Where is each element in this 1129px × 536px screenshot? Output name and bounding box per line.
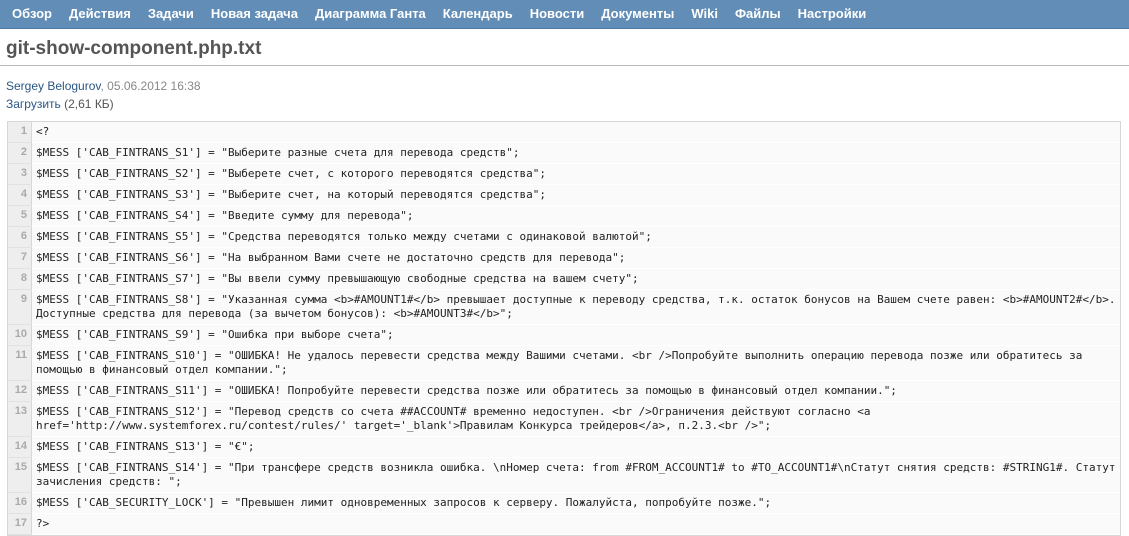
code-line: 7 $MESS ['CAB_FINTRANS_S6'] = "На выбранн… — [8, 247, 1120, 269]
author-link[interactable]: Sergey Belogurov — [6, 79, 101, 93]
line-number: 10 — [8, 324, 32, 346]
line-content: $MESS ['CAB_FINTRANS_S9'] = "Ошибка при … — [31, 324, 1120, 346]
line-number: 9 — [8, 289, 32, 325]
code-line: 4 $MESS ['CAB_FINTRANS_S3'] = "Выберите с… — [8, 184, 1120, 206]
code-line: 8 $MESS ['CAB_FINTRANS_S7'] = "Вы ввели с… — [8, 268, 1120, 290]
download-row: Загрузить (2,61 КБ) — [0, 95, 1129, 115]
line-content: $MESS ['CAB_FINTRANS_S1'] = "Выберите ра… — [31, 142, 1120, 164]
page-title: git-show-component.php.txt — [6, 38, 262, 59]
attachment-meta: Sergey Belogurov, 05.06.2012 16:38 — [0, 66, 1129, 95]
code-line: 6 $MESS ['CAB_FINTRANS_S5'] = "Средства п… — [8, 226, 1120, 248]
menu-documents[interactable]: Документы — [595, 0, 685, 28]
line-content: $MESS ['CAB_FINTRANS_S13'] = "€"; — [31, 436, 1120, 458]
code-line: 13 $MESS ['CAB_FINTRANS_S12'] = "Перевод … — [8, 401, 1120, 437]
file-size: (2,61 КБ) — [60, 97, 114, 111]
line-content: $MESS ['CAB_FINTRANS_S12'] = "Перевод ср… — [31, 401, 1120, 437]
line-number: 16 — [8, 492, 32, 514]
line-content: $MESS ['CAB_FINTRANS_S14'] = "При трансф… — [31, 457, 1120, 493]
menu-wiki[interactable]: Wiki — [685, 0, 729, 28]
code-lines: 1 <? 2 $MESS ['CAB_FINTRANS_S1'] = "Выберит… — [8, 122, 1120, 535]
code-table: 1 <? 2 $MESS ['CAB_FINTRANS_S1'] = "Выберит… — [8, 122, 1120, 535]
line-number: 2 — [8, 142, 32, 164]
menu-files[interactable]: Файлы — [729, 0, 792, 28]
menu-news[interactable]: Новости — [524, 0, 596, 28]
code-line: 16 $MESS ['CAB_SECURITY_LOCK'] = "Превыше… — [8, 492, 1120, 514]
line-content: <? — [31, 122, 1120, 143]
line-content: $MESS ['CAB_SECURITY_LOCK'] = "Превышен … — [31, 492, 1120, 514]
code-line: 5 $MESS ['CAB_FINTRANS_S4'] = "Введите су… — [8, 205, 1120, 227]
line-content: $MESS ['CAB_FINTRANS_S11'] = "ОШИБКА! По… — [31, 380, 1120, 402]
line-content: $MESS ['CAB_FINTRANS_S7'] = "Вы ввели су… — [31, 268, 1120, 290]
line-number: 4 — [8, 184, 32, 206]
line-number: 5 — [8, 205, 32, 227]
line-number: 14 — [8, 436, 32, 458]
code-line: 3 $MESS ['CAB_FINTRANS_S2'] = "Выберете с… — [8, 163, 1120, 185]
code-line: 10 $MESS ['CAB_FINTRANS_S9'] = "Ошибка пр… — [8, 324, 1120, 346]
line-content: ?> — [31, 513, 1120, 535]
download-link[interactable]: Загрузить — [6, 97, 61, 111]
line-content: $MESS ['CAB_FINTRANS_S2'] = "Выберете сч… — [31, 163, 1120, 185]
code-line: 14 $MESS ['CAB_FINTRANS_S13'] = "€"; — [8, 436, 1120, 458]
code-line: 12 $MESS ['CAB_FINTRANS_S11'] = "ОШИБКА! … — [8, 380, 1120, 402]
line-number: 1 — [8, 122, 32, 143]
menu-new-issue[interactable]: Новая задача — [205, 0, 309, 28]
line-number: 12 — [8, 380, 32, 402]
attachment-date: , 05.06.2012 16:38 — [100, 79, 201, 93]
menu-settings[interactable]: Настройки — [792, 0, 878, 28]
line-number: 15 — [8, 457, 32, 493]
line-content: $MESS ['CAB_FINTRANS_S6'] = "На выбранно… — [31, 247, 1120, 269]
code-line: 9 $MESS ['CAB_FINTRANS_S8'] = "Указанная … — [8, 289, 1120, 325]
line-content: $MESS ['CAB_FINTRANS_S5'] = "Средства пе… — [31, 226, 1120, 248]
menu-activity[interactable]: Действия — [63, 0, 142, 28]
top-menu: Обзор Действия Задачи Новая задача Диагр… — [0, 0, 1129, 29]
line-content: $MESS ['CAB_FINTRANS_S10'] = "ОШИБКА! Не… — [31, 345, 1120, 381]
line-content: $MESS ['CAB_FINTRANS_S8'] = "Указанная с… — [31, 289, 1120, 325]
line-number: 3 — [8, 163, 32, 185]
code-line: 2 $MESS ['CAB_FINTRANS_S1'] = "Выберите р… — [8, 142, 1120, 164]
line-number: 7 — [8, 247, 32, 269]
line-content: $MESS ['CAB_FINTRANS_S4'] = "Введите сум… — [31, 205, 1120, 227]
menu-gantt[interactable]: Диаграмма Ганта — [309, 0, 437, 28]
line-number: 6 — [8, 226, 32, 248]
code-line: 11 $MESS ['CAB_FINTRANS_S10'] = "ОШИБКА! … — [8, 345, 1120, 381]
menu-calendar[interactable]: Календарь — [437, 0, 524, 28]
line-number: 8 — [8, 268, 32, 290]
menu-overview[interactable]: Обзор — [6, 0, 63, 28]
menu-issues[interactable]: Задачи — [142, 0, 205, 28]
line-number: 17 — [8, 513, 32, 535]
line-content: $MESS ['CAB_FINTRANS_S3'] = "Выберите сч… — [31, 184, 1120, 206]
code-viewer[interactable]: 1 <? 2 $MESS ['CAB_FINTRANS_S1'] = "Выберит… — [7, 121, 1121, 536]
line-number: 13 — [8, 401, 32, 437]
code-line: 17 ?> — [8, 513, 1120, 535]
code-line: 15 $MESS ['CAB_FINTRANS_S14'] = "При тран… — [8, 457, 1120, 493]
line-number: 11 — [8, 345, 32, 381]
code-line: 1 <? — [8, 122, 1120, 143]
